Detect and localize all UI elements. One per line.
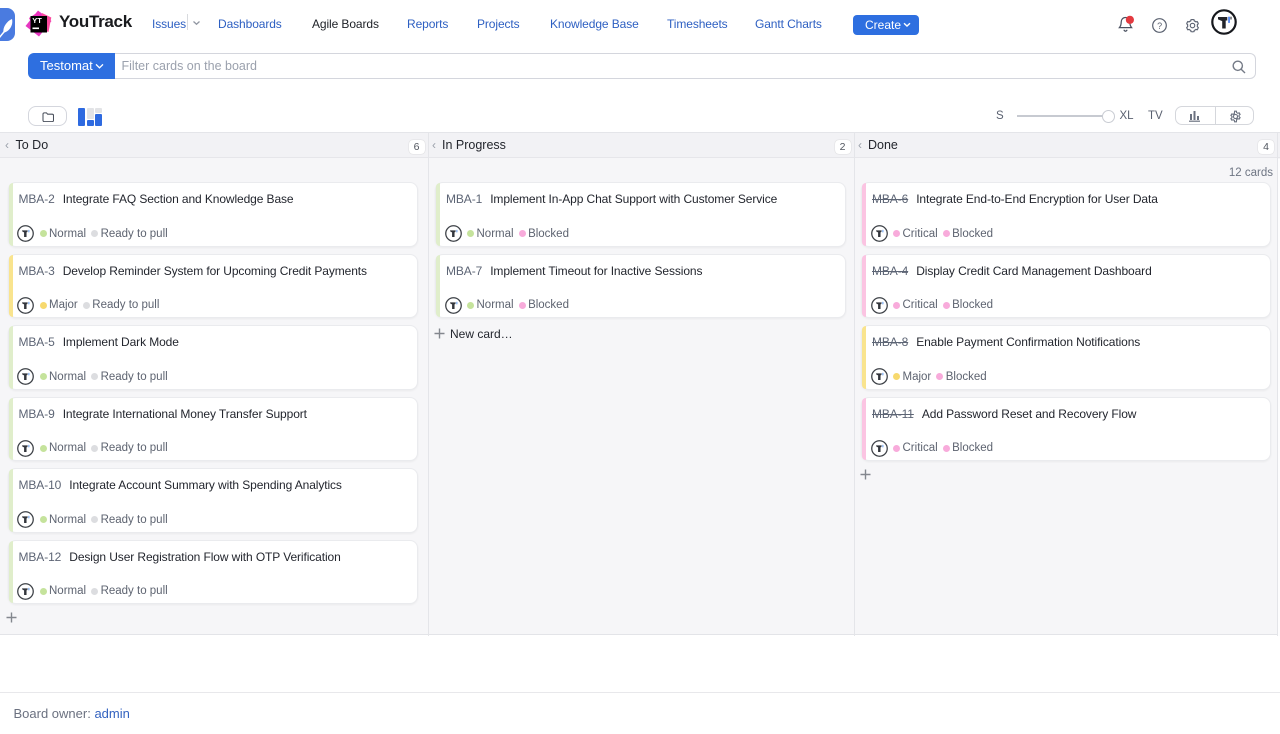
svg-text:?: ? [1157, 21, 1162, 31]
svg-text:YT: YT [32, 16, 42, 25]
